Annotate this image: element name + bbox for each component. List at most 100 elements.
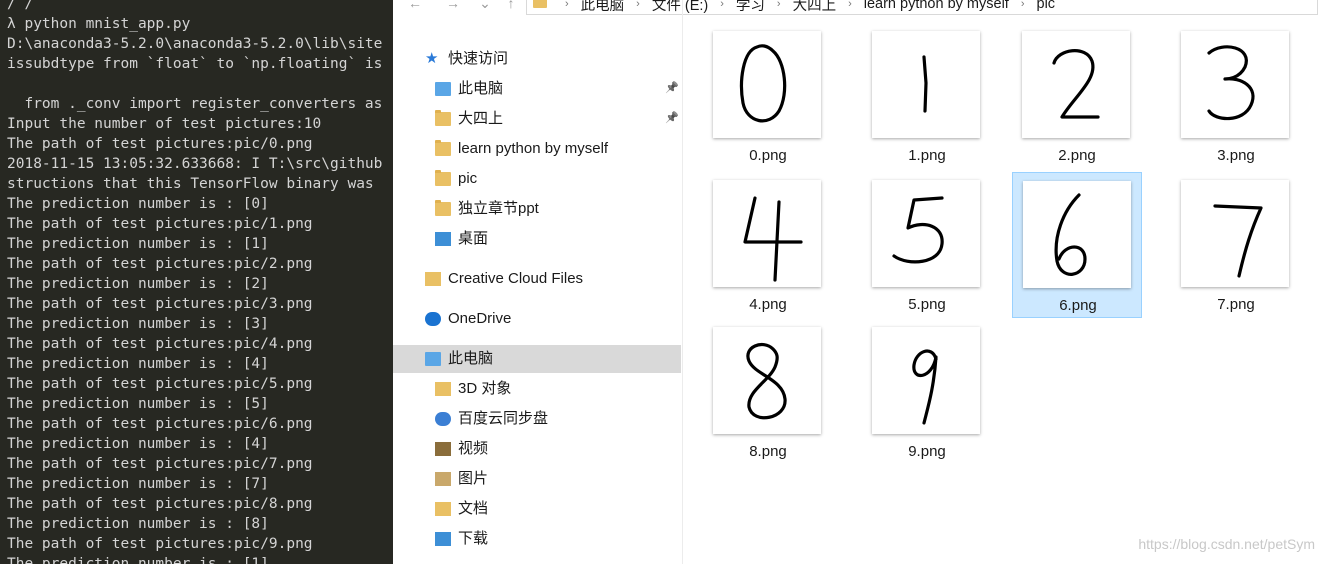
watermark-text: https://blog.csdn.net/petSym	[1138, 536, 1315, 552]
nav-item[interactable]: 独立章节ppt	[393, 195, 681, 223]
back-arrow-icon[interactable]: ←	[405, 0, 425, 13]
file-item[interactable]: 7.png	[1171, 172, 1301, 318]
nav-item-label: 文档	[458, 500, 489, 517]
folder-icon	[435, 200, 451, 216]
file-item[interactable]: 2.png	[1012, 23, 1142, 169]
file-thumbnail-grid: 0.png 1.png 2.png 3.png 4.png 5.png 6.png 7.png…	[713, 0, 1325, 564]
file-item[interactable]: 4.png	[703, 172, 833, 318]
breadcrumb-item[interactable]: 此电脑	[581, 0, 625, 15]
nav-item[interactable]: 3D 对象	[393, 375, 681, 403]
nav-item-label: 桌面	[458, 230, 489, 247]
file-item[interactable]: 9.png	[862, 319, 992, 465]
3d-objects-icon	[435, 382, 451, 396]
nav-item[interactable]: OneDrive	[393, 305, 681, 333]
terminal-line: The path of test pictures:pic/9.png	[7, 536, 313, 552]
nav-item[interactable]: 下载	[393, 525, 681, 553]
nav-item-label: 独立章节ppt	[458, 200, 539, 217]
pin-icon[interactable]: 📌	[665, 111, 679, 125]
image-thumbnail	[713, 180, 821, 287]
terminal-line: The path of test pictures:pic/2.png	[7, 256, 313, 272]
video-folder-icon	[435, 442, 451, 456]
terminal-line: The prediction number is : [1]	[7, 236, 269, 252]
creative-cloud-icon	[425, 272, 441, 286]
digit-stroke	[1207, 45, 1255, 121]
nav-item[interactable]: 桌面	[393, 225, 681, 253]
terminal-output: / / λ python mnist_app.py D:\anaconda3-5.2…	[7, 0, 382, 564]
terminal-line: The path of test pictures:pic/3.png	[7, 296, 313, 312]
digit-stroke	[922, 55, 928, 113]
nav-item[interactable]: 百度云同步盘	[393, 405, 681, 433]
digit-stroke	[892, 196, 944, 264]
chevron-right-icon[interactable]: ›	[565, 0, 569, 10]
chevron-right-icon[interactable]: ›	[636, 0, 640, 10]
file-item[interactable]: 8.png	[703, 319, 833, 465]
nav-item[interactable]: pic	[393, 165, 681, 193]
digit-stroke	[743, 196, 803, 282]
file-name: 5.png	[908, 296, 946, 313]
file-item[interactable]: 1.png	[862, 23, 992, 169]
pictures-folder-icon	[435, 472, 451, 486]
file-name: 6.png	[1059, 297, 1097, 314]
terminal-line: D:\anaconda3-5.2.0\anaconda3-5.2.0\lib\s…	[7, 36, 383, 52]
nav-item-label: pic	[458, 170, 478, 187]
image-thumbnail	[872, 31, 980, 138]
handwritten-digit-image	[1207, 45, 1255, 121]
recent-locations-icon[interactable]: ⌄	[475, 0, 495, 13]
file-name: 4.png	[749, 296, 787, 313]
image-thumbnail	[713, 31, 821, 138]
nav-item-label: 此电脑	[458, 80, 504, 97]
nav-item[interactable]: Creative Cloud Files	[393, 265, 681, 293]
handwritten-digit-image	[743, 196, 803, 282]
file-name: 8.png	[749, 443, 787, 460]
file-item[interactable]: 5.png	[862, 172, 992, 318]
handwritten-digit-image	[892, 196, 944, 264]
pin-icon[interactable]: 📌	[665, 81, 679, 95]
star-icon: ★	[425, 50, 439, 67]
file-item[interactable]: 3.png	[1171, 23, 1301, 169]
digit-stroke	[746, 343, 787, 420]
handwritten-digit-image	[922, 55, 928, 113]
up-arrow-icon[interactable]: ↑	[501, 0, 521, 13]
forward-arrow-icon[interactable]: →	[443, 0, 463, 13]
terminal-line: issubdtype from `float` to `np.floating`…	[7, 56, 383, 72]
terminal-line: The prediction number is : [3]	[7, 316, 269, 332]
digit-stroke	[739, 44, 787, 123]
downloads-folder-icon	[435, 532, 451, 546]
digit-stroke	[912, 349, 938, 425]
pane-divider[interactable]	[682, 0, 683, 564]
file-item[interactable]: 6.png	[1012, 172, 1142, 318]
folder-icon	[435, 110, 451, 126]
nav-item[interactable]: learn python by myself	[393, 135, 681, 163]
folder-icon	[435, 170, 451, 186]
nav-item[interactable]: 大四上 📌	[393, 105, 681, 133]
nav-item[interactable]: ★ 快速访问	[393, 45, 681, 73]
nav-item-label: 百度云同步盘	[458, 410, 549, 427]
terminal-line: The prediction number is : [7]	[7, 476, 269, 492]
file-name: 7.png	[1217, 296, 1255, 313]
file-name: 2.png	[1058, 147, 1096, 164]
computer-icon	[425, 352, 441, 366]
nav-item-label: 视频	[458, 440, 489, 457]
file-name: 0.png	[749, 147, 787, 164]
computer-icon	[435, 82, 451, 96]
digit-stroke	[1054, 193, 1087, 276]
nav-item[interactable]: 视频	[393, 435, 681, 463]
terminal-line: The prediction number is : [4]	[7, 356, 269, 372]
nav-item[interactable]: 此电脑 📌	[393, 75, 681, 103]
terminal-line: The path of test pictures:pic/7.png	[7, 456, 313, 472]
image-thumbnail	[872, 180, 980, 287]
nav-item-label: 大四上	[458, 110, 504, 127]
image-thumbnail	[1181, 180, 1289, 287]
breadcrumb-item[interactable]: 文件 (E:)	[652, 0, 708, 15]
nav-item-label: learn python by myself	[458, 140, 609, 157]
nav-item[interactable]: 文档	[393, 495, 681, 523]
terminal-line: The path of test pictures:pic/4.png	[7, 336, 313, 352]
nav-item[interactable]: 此电脑	[393, 345, 681, 373]
terminal-window[interactable]: / / λ python mnist_app.py D:\anaconda3-5.2…	[0, 0, 393, 564]
nav-item[interactable]: 图片	[393, 465, 681, 493]
navigation-pane: ★ 快速访问此电脑 📌 大四上 📌 learn python by myself pic 独立…	[393, 40, 681, 564]
terminal-line: The path of test pictures:pic/8.png	[7, 496, 313, 512]
file-item[interactable]: 0.png	[703, 23, 833, 169]
terminal-line: structions that this TensorFlow binary w…	[7, 176, 374, 192]
nav-item-label: Creative Cloud Files	[448, 270, 584, 287]
